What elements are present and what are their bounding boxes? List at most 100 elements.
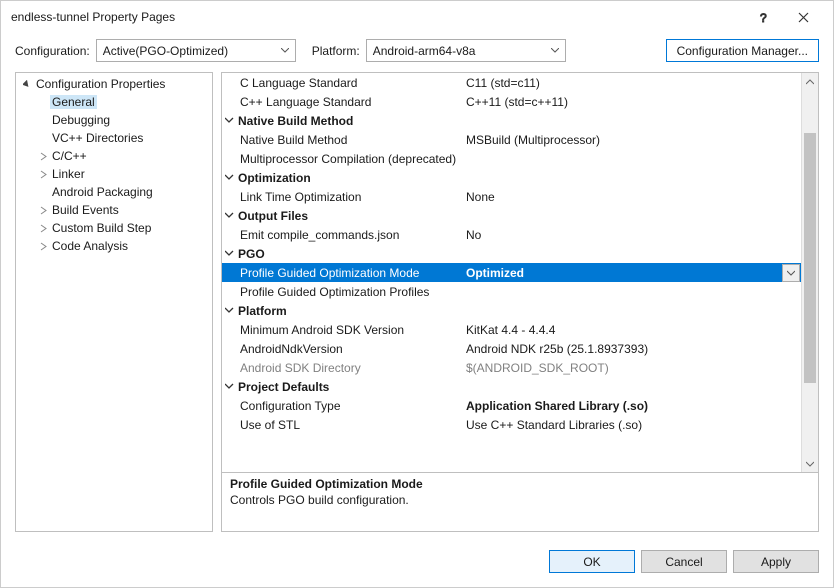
property-name: Profile Guided Optimization Profiles <box>236 285 462 299</box>
cancel-button[interactable]: Cancel <box>641 550 727 573</box>
configuration-manager-button[interactable]: Configuration Manager... <box>666 39 819 62</box>
platform-value: Android-arm64-v8a <box>373 44 476 58</box>
apply-button[interactable]: Apply <box>733 550 819 573</box>
property-value[interactable]: C++11 (std=c++11) <box>462 95 801 109</box>
scroll-up-button[interactable] <box>802 73 818 90</box>
property-name: Optimization <box>236 171 462 185</box>
property-value[interactable]: Application Shared Library (.so) <box>462 399 801 413</box>
property-row[interactable]: C Language StandardC11 (std=c11) <box>222 73 801 92</box>
expand-icon[interactable] <box>36 242 50 251</box>
property-value[interactable]: $(ANDROID_SDK_ROOT) <box>462 361 801 375</box>
collapse-icon[interactable] <box>222 211 236 220</box>
property-row[interactable]: AndroidNdkVersionAndroid NDK r25b (25.1.… <box>222 339 801 358</box>
value-dropdown-button[interactable] <box>782 264 800 282</box>
collapse-icon[interactable] <box>222 116 236 125</box>
property-value[interactable]: MSBuild (Multiprocessor) <box>462 133 801 147</box>
description-panel: Profile Guided Optimization Mode Control… <box>221 472 819 532</box>
property-row[interactable]: Profile Guided Optimization ModeOptimize… <box>222 263 801 282</box>
collapse-icon[interactable] <box>222 382 236 391</box>
property-group[interactable]: Project Defaults <box>222 377 801 396</box>
tree-item-general[interactable]: General <box>16 93 212 111</box>
description-title: Profile Guided Optimization Mode <box>230 477 810 491</box>
property-pages-dialog: endless-tunnel Property Pages ? Configur… <box>0 0 834 588</box>
property-name: Link Time Optimization <box>236 190 462 204</box>
property-value[interactable]: Use C++ Standard Libraries (.so) <box>462 418 801 432</box>
svg-text:?: ? <box>760 11 767 23</box>
property-row[interactable]: Native Build MethodMSBuild (Multiprocess… <box>222 130 801 149</box>
expand-icon[interactable] <box>36 224 50 233</box>
property-row[interactable]: Configuration TypeApplication Shared Lib… <box>222 396 801 415</box>
dialog-buttons: OK Cancel Apply <box>1 540 833 587</box>
configuration-dropdown[interactable]: Active(PGO-Optimized) <box>96 39 296 62</box>
property-name: AndroidNdkVersion <box>236 342 462 356</box>
configuration-label: Configuration: <box>15 44 90 58</box>
chevron-down-icon <box>281 48 289 54</box>
property-name: Minimum Android SDK Version <box>236 323 462 337</box>
property-name: C++ Language Standard <box>236 95 462 109</box>
configuration-value: Active(PGO-Optimized) <box>103 44 228 58</box>
dialog-body: Configuration Properties General Debuggi… <box>1 72 833 540</box>
property-group[interactable]: PGO <box>222 244 801 263</box>
property-value[interactable]: C11 (std=c11) <box>462 76 801 90</box>
close-button[interactable] <box>783 2 823 32</box>
tree-item-linker[interactable]: Linker <box>16 165 212 183</box>
window-title: endless-tunnel Property Pages <box>11 10 743 24</box>
property-row[interactable]: Multiprocessor Compilation (deprecated) <box>222 149 801 168</box>
property-row[interactable]: Emit compile_commands.jsonNo <box>222 225 801 244</box>
collapse-icon[interactable] <box>222 173 236 182</box>
expand-icon[interactable] <box>36 152 50 161</box>
help-icon: ? <box>757 11 769 23</box>
property-row[interactable]: Profile Guided Optimization Profiles <box>222 282 801 301</box>
property-group[interactable]: Platform <box>222 301 801 320</box>
property-row[interactable]: C++ Language StandardC++11 (std=c++11) <box>222 92 801 111</box>
property-row[interactable]: Use of STLUse C++ Standard Libraries (.s… <box>222 415 801 434</box>
help-button[interactable]: ? <box>743 2 783 32</box>
tree-item-android-packaging[interactable]: Android Packaging <box>16 183 212 201</box>
property-row[interactable]: Minimum Android SDK VersionKitKat 4.4 - … <box>222 320 801 339</box>
property-value[interactable]: KitKat 4.4 - 4.4.4 <box>462 323 801 337</box>
collapse-icon[interactable] <box>222 249 236 258</box>
tree-item-debugging[interactable]: Debugging <box>16 111 212 129</box>
tree-item-custom-build-step[interactable]: Custom Build Step <box>16 219 212 237</box>
tree-item-build-events[interactable]: Build Events <box>16 201 212 219</box>
property-name: Project Defaults <box>236 380 462 394</box>
tree-item-code-analysis[interactable]: Code Analysis <box>16 237 212 255</box>
tree-panel[interactable]: Configuration Properties General Debuggi… <box>15 72 213 532</box>
property-name: C Language Standard <box>236 76 462 90</box>
property-name: Native Build Method <box>236 133 462 147</box>
property-name: Emit compile_commands.json <box>236 228 462 242</box>
property-value[interactable]: None <box>462 190 801 204</box>
tree-item-vcdirectories[interactable]: VC++ Directories <box>16 129 212 147</box>
expand-icon[interactable] <box>36 170 50 179</box>
platform-dropdown[interactable]: Android-arm64-v8a <box>366 39 566 62</box>
property-group[interactable]: Native Build Method <box>222 111 801 130</box>
expand-icon[interactable] <box>36 206 50 215</box>
property-grid[interactable]: C Language StandardC11 (std=c11)C++ Lang… <box>221 72 819 472</box>
property-grid-wrap: C Language StandardC11 (std=c11)C++ Lang… <box>221 72 819 532</box>
property-name: Configuration Type <box>236 399 462 413</box>
property-name: PGO <box>236 247 462 261</box>
close-icon <box>798 12 809 23</box>
property-name: Output Files <box>236 209 462 223</box>
scroll-down-button[interactable] <box>802 455 818 472</box>
scroll-thumb[interactable] <box>804 133 816 383</box>
property-value[interactable]: Android NDK r25b (25.1.8937393) <box>462 342 801 356</box>
ok-button[interactable]: OK <box>549 550 635 573</box>
collapse-icon[interactable] <box>20 80 34 89</box>
platform-label: Platform: <box>312 44 360 58</box>
property-value[interactable]: Optimized <box>462 266 782 280</box>
property-group[interactable]: Output Files <box>222 206 801 225</box>
property-name: Platform <box>236 304 462 318</box>
tree-root[interactable]: Configuration Properties <box>16 75 212 93</box>
vertical-scrollbar[interactable] <box>801 73 818 472</box>
property-name: Use of STL <box>236 418 462 432</box>
property-value[interactable]: No <box>462 228 801 242</box>
property-name: Native Build Method <box>236 114 462 128</box>
config-row: Configuration: Active(PGO-Optimized) Pla… <box>1 33 833 72</box>
tree-item-ccpp[interactable]: C/C++ <box>16 147 212 165</box>
property-row[interactable]: Link Time OptimizationNone <box>222 187 801 206</box>
property-group[interactable]: Optimization <box>222 168 801 187</box>
collapse-icon[interactable] <box>222 306 236 315</box>
property-row[interactable]: Android SDK Directory$(ANDROID_SDK_ROOT) <box>222 358 801 377</box>
property-name: Profile Guided Optimization Mode <box>236 266 462 280</box>
